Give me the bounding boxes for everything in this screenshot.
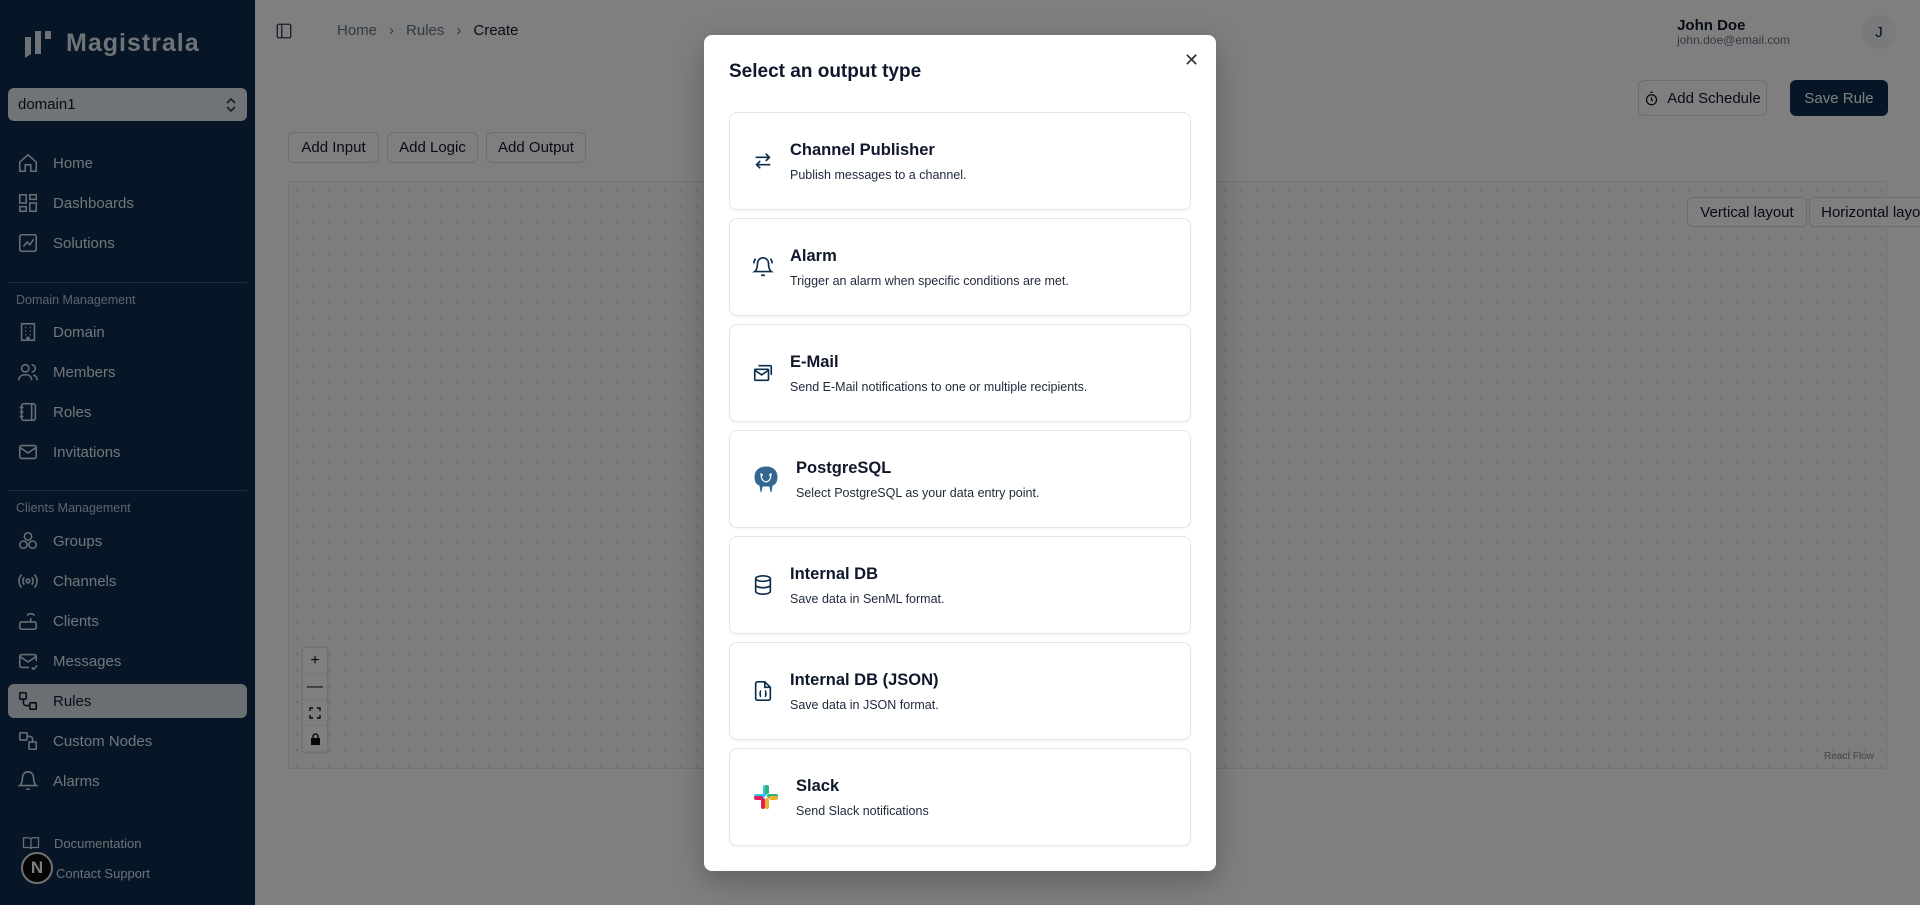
option-description: Send Slack notifications xyxy=(796,803,929,818)
option-title: Internal DB xyxy=(790,564,879,583)
close-icon[interactable]: ✕ xyxy=(1184,50,1199,71)
file-json-icon xyxy=(754,681,772,701)
dialog-title: Select an output type xyxy=(729,61,922,82)
option-channel-publisher[interactable]: Channel Publisher Publish messages to a … xyxy=(729,112,1191,210)
option-title: Alarm xyxy=(790,246,837,265)
option-title: Channel Publisher xyxy=(790,140,935,159)
option-internal-db[interactable]: Internal DB Save data in SenML format. xyxy=(729,536,1191,634)
option-title: PostgreSQL xyxy=(796,458,892,477)
option-internal-db-json[interactable]: Internal DB (JSON) Save data in JSON for… xyxy=(729,642,1191,740)
option-description: Save data in SenML format. xyxy=(790,591,945,606)
option-description: Trigger an alarm when specific condition… xyxy=(790,273,1069,288)
option-postgresql[interactable]: PostgreSQL Select PostgreSQL as your dat… xyxy=(729,430,1191,528)
option-description: Send E-Mail notifications to one or mult… xyxy=(790,379,1088,394)
arrows-swap-icon xyxy=(755,153,771,169)
postgresql-logo-icon xyxy=(753,465,779,494)
option-email[interactable]: E-Mail Send E-Mail notifications to one … xyxy=(729,324,1191,422)
database-icon xyxy=(754,575,772,595)
option-title: Slack xyxy=(796,776,840,795)
option-title: E-Mail xyxy=(790,352,839,371)
output-type-dialog: Select an output type ✕ Channel Publishe… xyxy=(704,35,1216,871)
slack-logo-icon xyxy=(754,785,778,809)
option-title: Internal DB (JSON) xyxy=(790,670,939,689)
bell-ring-icon xyxy=(752,257,774,277)
option-slack[interactable]: Slack Send Slack notifications xyxy=(729,748,1191,846)
option-description: Select PostgreSQL as your data entry poi… xyxy=(796,485,1040,500)
option-description: Save data in JSON format. xyxy=(790,697,939,712)
mail-open-icon xyxy=(753,364,773,382)
option-description: Publish messages to a channel. xyxy=(790,167,967,182)
option-alarm[interactable]: Alarm Trigger an alarm when specific con… xyxy=(729,218,1191,316)
